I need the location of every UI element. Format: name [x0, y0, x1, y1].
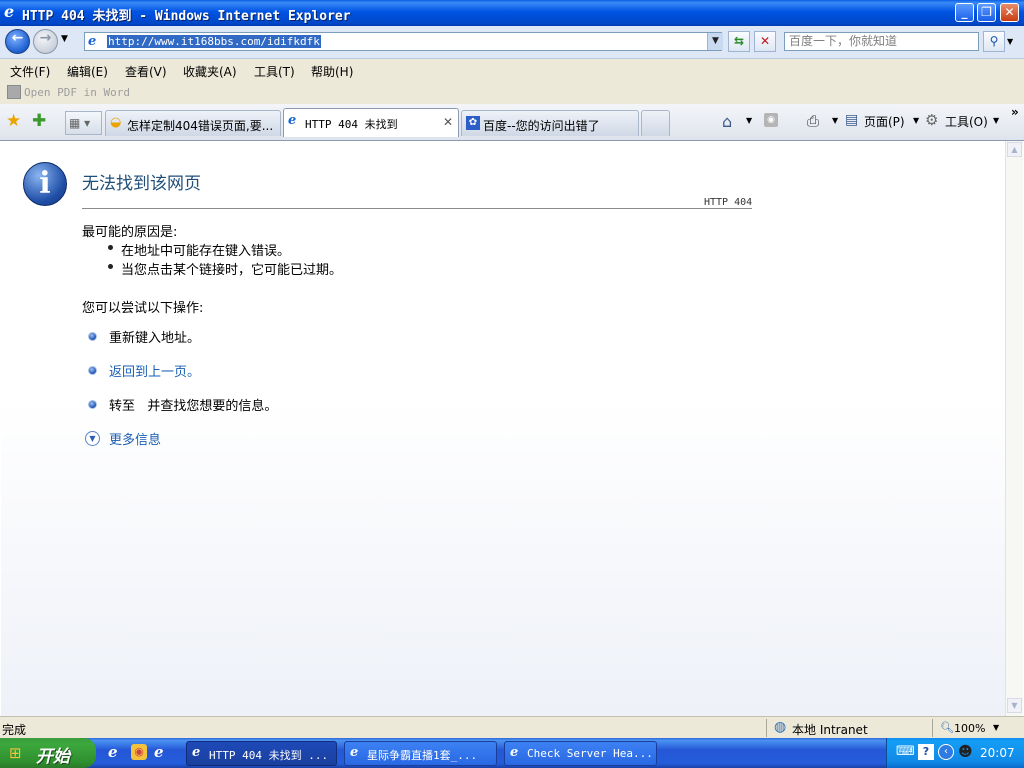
clock: 20:07 [980, 746, 1015, 760]
vertical-scrollbar[interactable]: ▲ ▼ [1005, 141, 1023, 716]
tab-favicon-icon: ◒ [110, 115, 122, 130]
bullet-icon [108, 245, 113, 250]
page-title: 无法找到该网页 [82, 174, 201, 194]
tools-menu-button[interactable]: 工具(O) [945, 113, 988, 130]
title-bar: e HTTP 404 未找到 - Windows Internet Explor… [0, 0, 1024, 26]
page-icon: ▤ [845, 112, 859, 128]
menu-tools[interactable]: 工具(T) [254, 63, 295, 80]
status-text: 完成 [2, 723, 27, 737]
quicklaunch-browser-icon[interactable]: e [154, 743, 164, 761]
expand-chevron-icon[interactable]: ▼ [85, 431, 100, 446]
address-dropdown-button[interactable]: ▼ [707, 33, 723, 50]
info-icon: i [23, 162, 67, 206]
ie-icon: e [510, 745, 519, 760]
new-tab-button[interactable] [641, 110, 670, 136]
causes-heading: 最可能的原因是: [82, 225, 178, 240]
quicklaunch-app-icon[interactable]: ◉ [131, 744, 147, 760]
show-hidden-icons-icon[interactable]: ‹ [938, 744, 954, 760]
search-button[interactable]: ⚲ [983, 31, 1005, 52]
gear-icon: ⚙ [925, 111, 939, 129]
address-bar[interactable]: e http://www.it168bbs.com/idifkdfk [84, 32, 722, 51]
action-bullet-icon [88, 366, 97, 375]
recent-pages-dropdown-icon[interactable]: ▼ [61, 34, 68, 44]
go-to-search-text: 转至 并查找您想要的信息。 [109, 399, 278, 414]
scroll-up-icon[interactable]: ▲ [1007, 142, 1022, 157]
window-title: HTTP 404 未找到 - Windows Internet Explorer [22, 9, 351, 24]
home-dropdown-icon[interactable]: ▼ [746, 116, 752, 125]
pdf-icon [7, 85, 21, 99]
print-dropdown-icon[interactable]: ▼ [832, 116, 838, 125]
start-label: 开始 [36, 747, 70, 767]
feeds-icon[interactable]: ◉ [764, 113, 778, 127]
open-pdf-in-word-button[interactable]: Open PDF in Word [24, 86, 130, 99]
ie-icon: e [350, 745, 359, 760]
zoom-icon: 🔍︎ [940, 721, 954, 734]
page-menu-button[interactable]: 页面(P) [864, 113, 905, 130]
menu-edit[interactable]: 编辑(E) [67, 63, 108, 80]
actions-heading: 您可以尝试以下操作: [82, 301, 204, 316]
action-bullet-icon [88, 332, 97, 341]
tab-404-guide[interactable]: ◒ 怎样定制404错误页面,要... [105, 110, 281, 136]
add-favorites-icon[interactable]: ✚ [32, 111, 46, 131]
close-button[interactable]: ✕ [1000, 3, 1019, 22]
baidu-paw-icon: ✿ [466, 116, 480, 130]
status-bar [0, 716, 1024, 739]
ie-page-icon: e [288, 113, 297, 128]
menu-view[interactable]: 查看(V) [125, 63, 167, 80]
forward-arrow-icon: → [39, 30, 52, 46]
tools-dropdown-icon[interactable]: ▼ [993, 116, 999, 125]
ie-logo-icon: e [4, 2, 15, 21]
tab-baidu-error[interactable]: ✿ 百度--您的访问出错了 [461, 110, 639, 136]
back-arrow-icon: ← [11, 30, 24, 46]
intranet-globe-icon: ◍ [774, 719, 787, 735]
address-input[interactable]: http://www.it168bbs.com/idifkdfk [107, 35, 321, 48]
bullet-icon [108, 264, 113, 269]
page-icon: e [88, 34, 97, 49]
cause-item: 在地址中可能存在键入错误。 [121, 244, 291, 259]
forward-button[interactable]: → [33, 29, 58, 54]
minimize-button[interactable]: _ [955, 3, 974, 22]
scroll-down-icon[interactable]: ▼ [1007, 698, 1022, 713]
keyboard-icon[interactable]: ⌨ [896, 744, 915, 760]
favorites-star-icon[interactable]: ★ [6, 111, 21, 131]
search-input[interactable]: 百度一下，你就知道 [784, 32, 979, 51]
security-zone[interactable]: 本地 Intranet [792, 721, 868, 738]
home-icon[interactable]: ⌂ [722, 112, 732, 131]
restore-button[interactable]: ❐ [977, 3, 996, 22]
pdf-toolbar [0, 82, 1024, 104]
tab-http-404[interactable]: e HTTP 404 未找到 ✕ [283, 108, 459, 137]
quick-tabs-button[interactable]: ▦ ▾ [65, 111, 102, 135]
search-options-dropdown-icon[interactable]: ▼ [1007, 37, 1013, 46]
status-divider [932, 719, 933, 737]
go-back-link[interactable]: 返回到上一页。 [109, 361, 200, 380]
quicklaunch-ie-icon[interactable]: e [108, 743, 118, 761]
zoom-level[interactable]: 100% [954, 722, 985, 735]
windows-logo-icon: ⊞ [9, 744, 22, 762]
taskbar-item-check-server[interactable]: e Check Server Hea... [504, 741, 657, 766]
print-icon[interactable]: ⎙ [807, 112, 819, 130]
refresh-button[interactable]: ⇆ [728, 31, 750, 52]
http-code-label: HTTP 404 [704, 197, 753, 208]
cause-item: 当您点击某个链接时，它可能已过期。 [121, 263, 343, 278]
taskbar-item-ie-404[interactable]: e HTTP 404 未找到 ... [186, 741, 337, 766]
menu-help[interactable]: 帮助(H) [311, 63, 353, 80]
qq-penguin-icon[interactable]: ☻ [958, 744, 974, 760]
status-divider [766, 719, 767, 737]
stop-button[interactable]: ✕ [754, 31, 776, 52]
back-button[interactable]: ← [5, 29, 30, 54]
taskbar-item-starcraft[interactable]: e 星际争霸直播1套_... [344, 741, 497, 766]
ie-icon: e [192, 745, 201, 760]
action-bullet-icon [88, 400, 97, 409]
help-icon[interactable]: ? [918, 744, 934, 760]
zoom-dropdown-icon[interactable]: ▼ [993, 723, 999, 732]
close-tab-icon[interactable]: ✕ [443, 115, 453, 129]
more-info-link[interactable]: 更多信息 [109, 429, 161, 448]
chevron-more-icon[interactable]: » [1011, 105, 1019, 119]
menu-favorites[interactable]: 收藏夹(A) [183, 63, 237, 80]
menu-file[interactable]: 文件(F) [10, 63, 50, 80]
retype-address-text: 重新键入地址。 [109, 331, 201, 346]
page-dropdown-icon[interactable]: ▼ [913, 116, 919, 125]
divider [82, 208, 752, 209]
